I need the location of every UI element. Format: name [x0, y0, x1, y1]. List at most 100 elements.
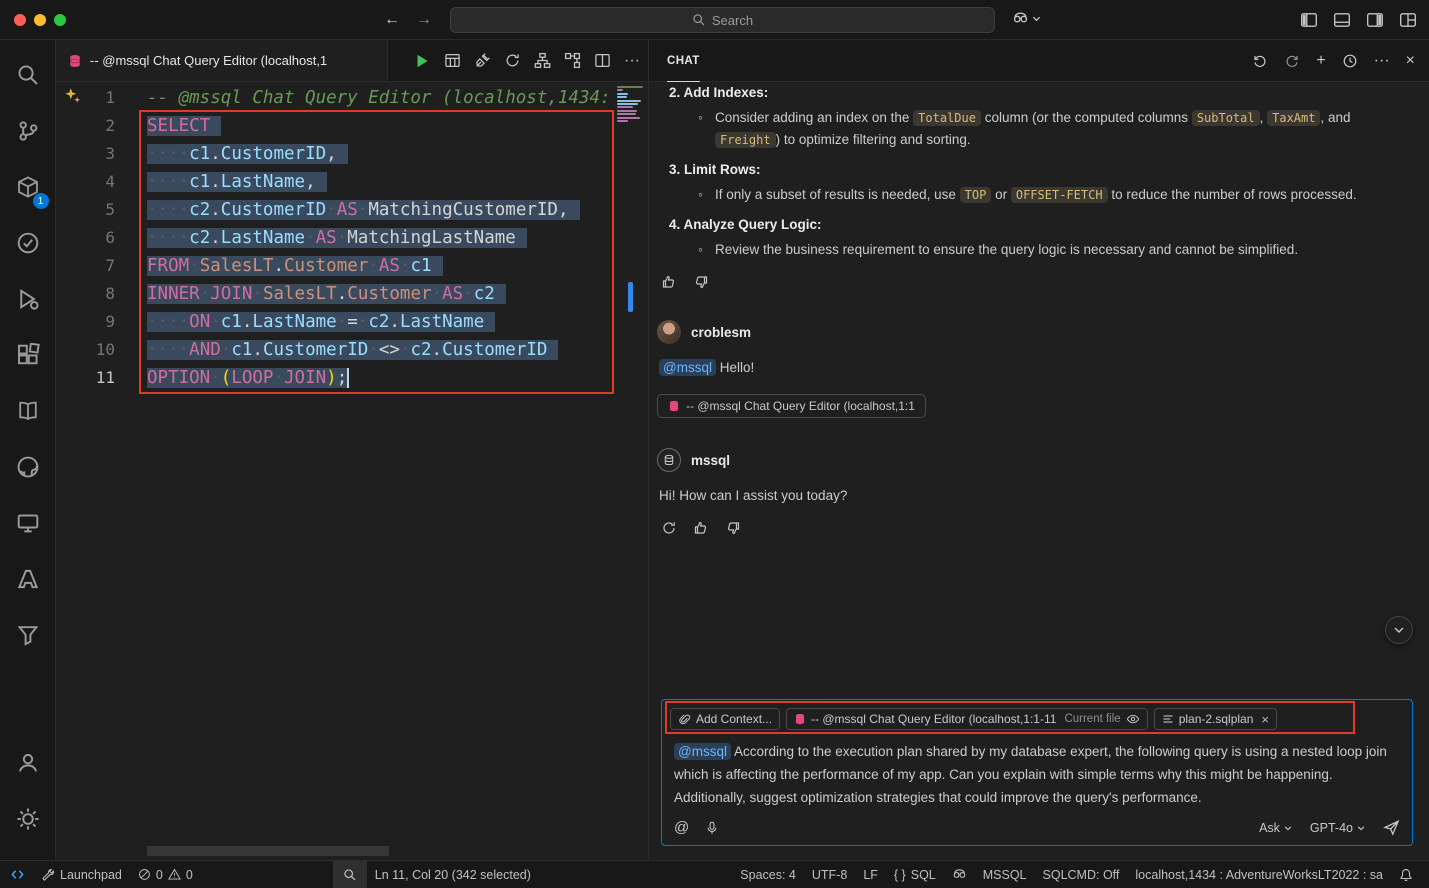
sqlcmd-status[interactable]: SQLCMD: Off	[1035, 861, 1128, 888]
chat-message-list[interactable]: 2. Add Indexes:Consider adding an index …	[649, 82, 1429, 699]
context-file-chip[interactable]: -- @mssql Chat Query Editor (localhost,1…	[786, 708, 1148, 730]
editor-group: -- @mssql Chat Query Editor (localhost,1	[56, 40, 648, 860]
mode-dropdown[interactable]: Ask	[1259, 821, 1292, 835]
status-bar: Launchpad 0 0 Ln 11, Col 20 (342 selecte…	[0, 860, 1429, 888]
code-line[interactable]: 4····c1.LastName,	[56, 168, 648, 196]
connection-icon[interactable]	[474, 52, 491, 69]
mention-icon[interactable]: @	[674, 819, 689, 836]
toggle-panel-icon[interactable]	[1333, 11, 1351, 29]
code-line[interactable]: 3····c1.CustomerID,	[56, 140, 648, 168]
code-line[interactable]: 9····ON·c1.LastName·=·c2.LastName	[56, 308, 648, 336]
testing-view-icon[interactable]	[6, 220, 50, 266]
minimize-window-button[interactable]	[34, 14, 46, 26]
results-grid-icon[interactable]	[444, 52, 461, 69]
badge-count: 1	[33, 193, 49, 209]
context-plan-chip[interactable]: plan-2.sqlplan ×	[1154, 708, 1277, 730]
code-line[interactable]: 5····c2.CustomerID·AS·MatchingCustomerID…	[56, 196, 648, 224]
chat-history-icon[interactable]	[1342, 53, 1358, 69]
send-button[interactable]	[1383, 819, 1400, 836]
minimap[interactable]	[614, 82, 648, 860]
language-mode-status[interactable]: { } SQL	[886, 861, 944, 888]
encoding-status[interactable]: UTF-8	[804, 861, 855, 888]
close-chat-icon[interactable]: ×	[1406, 53, 1415, 69]
redo-request-icon[interactable]	[1284, 53, 1300, 69]
new-chat-icon[interactable]: +	[1316, 53, 1325, 69]
close-window-button[interactable]	[14, 14, 26, 26]
customize-layout-icon[interactable]	[1399, 11, 1417, 29]
tab-chat[interactable]: CHAT	[667, 40, 700, 82]
connection-status[interactable]: localhost,1434 : AdventureWorksLT2022 : …	[1127, 861, 1391, 888]
split-editor-icon[interactable]	[594, 52, 611, 69]
code-line[interactable]: 11OPTION·(LOOP·JOIN);	[56, 364, 648, 392]
copilot-sparkle-icon[interactable]	[64, 87, 81, 104]
notifications-bell-icon[interactable]	[1391, 861, 1421, 888]
extensions-view-icon[interactable]	[6, 332, 50, 378]
thumbs-down-icon[interactable]	[725, 520, 741, 536]
undo-request-icon[interactable]	[1252, 53, 1268, 69]
search-view-icon[interactable]	[6, 52, 50, 98]
toggle-secondary-sidebar-icon[interactable]	[1366, 11, 1384, 29]
problems-status[interactable]: 0 0	[130, 861, 201, 888]
remote-explorer-icon[interactable]: 1	[6, 164, 50, 210]
code-line[interactable]: 10····AND·c1.CustomerID·<>·c2.CustomerID	[56, 336, 648, 364]
regenerate-icon[interactable]	[661, 520, 677, 536]
maximize-window-button[interactable]	[54, 14, 66, 26]
editor-tab[interactable]: -- @mssql Chat Query Editor (localhost,1	[56, 40, 388, 81]
actual-plan-icon[interactable]	[564, 52, 581, 69]
remote-indicator[interactable]	[0, 861, 33, 888]
add-context-button[interactable]: Add Context...	[670, 708, 780, 730]
code-editor[interactable]: 1-- @mssql Chat Query Editor (localhost,…	[56, 82, 648, 860]
docs-view-icon[interactable]	[6, 388, 50, 434]
thumbs-up-icon[interactable]	[693, 520, 709, 536]
accounts-icon[interactable]	[6, 740, 50, 786]
model-dropdown[interactable]: GPT-4o	[1310, 821, 1365, 835]
remote-windows-icon[interactable]	[6, 500, 50, 546]
microphone-icon[interactable]	[705, 821, 719, 835]
code-lines[interactable]: 1-- @mssql Chat Query Editor (localhost,…	[56, 82, 648, 392]
chat-input-text[interactable]: @mssql According to the execution plan s…	[662, 734, 1412, 815]
copilot-menu-button[interactable]	[1012, 10, 1041, 27]
horizontal-scrollbar[interactable]	[147, 846, 389, 856]
more-chat-actions-icon[interactable]: ···	[1374, 53, 1390, 69]
list-item: 3. Limit Rows:If only a subset of result…	[669, 159, 1411, 206]
run-and-debug-icon[interactable]	[6, 276, 50, 322]
cursor-position-status[interactable]: Ln 11, Col 20 (342 selected)	[367, 861, 539, 888]
message-attachment[interactable]: -- @mssql Chat Query Editor (localhost,1…	[657, 394, 926, 418]
back-button[interactable]: ←	[384, 11, 400, 29]
settings-gear-icon[interactable]	[6, 796, 50, 842]
forward-button[interactable]: →	[416, 11, 432, 29]
mssql-view-icon[interactable]	[6, 612, 50, 658]
search-icon	[692, 13, 706, 27]
copilot-status-icon[interactable]	[944, 861, 975, 888]
command-center-search[interactable]: Search	[450, 7, 995, 33]
chat-panel: CHAT + ··· × 2. Add Indexes:Consider add…	[648, 40, 1429, 860]
toggle-primary-sidebar-icon[interactable]	[1300, 11, 1318, 29]
code-line[interactable]: 1-- @mssql Chat Query Editor (localhost,…	[56, 84, 648, 112]
plan-file-icon	[1162, 713, 1174, 725]
scroll-to-bottom-button[interactable]	[1385, 616, 1413, 644]
change-connection-icon[interactable]	[504, 52, 521, 69]
code-line[interactable]: 6····c2.LastName·AS·MatchingLastName	[56, 224, 648, 252]
github-view-icon[interactable]	[6, 444, 50, 490]
code-line[interactable]: 2SELECT	[56, 112, 648, 140]
list-bullet: If only a subset of results is needed, u…	[669, 184, 1411, 206]
thumbs-up-icon[interactable]	[661, 274, 677, 290]
eol-status[interactable]: LF	[855, 861, 886, 888]
more-actions-icon[interactable]: ···	[624, 53, 640, 69]
run-query-button[interactable]	[413, 52, 431, 70]
thumbs-down-icon[interactable]	[693, 274, 709, 290]
code-line[interactable]: 8INNER·JOIN·SalesLT.Customer·AS·c2	[56, 280, 648, 308]
remove-attachment-icon[interactable]: ×	[1261, 712, 1269, 727]
mssql-avatar	[657, 448, 681, 472]
chat-input-box[interactable]: Add Context... -- @mssql Chat Query Edit…	[661, 699, 1413, 846]
list-bullet: Review the business requirement to ensur…	[669, 239, 1411, 260]
eye-icon[interactable]	[1126, 712, 1140, 726]
launchpad-status[interactable]: Launchpad	[33, 861, 130, 888]
estimated-plan-icon[interactable]	[534, 52, 551, 69]
code-line[interactable]: 7FROM·SalesLT.Customer·AS·c1	[56, 252, 648, 280]
mssql-status[interactable]: MSSQL	[975, 861, 1035, 888]
source-control-icon[interactable]	[6, 108, 50, 154]
zoom-indicator[interactable]	[333, 861, 367, 888]
azure-view-icon[interactable]	[6, 556, 50, 602]
indentation-status[interactable]: Spaces: 4	[732, 861, 804, 888]
